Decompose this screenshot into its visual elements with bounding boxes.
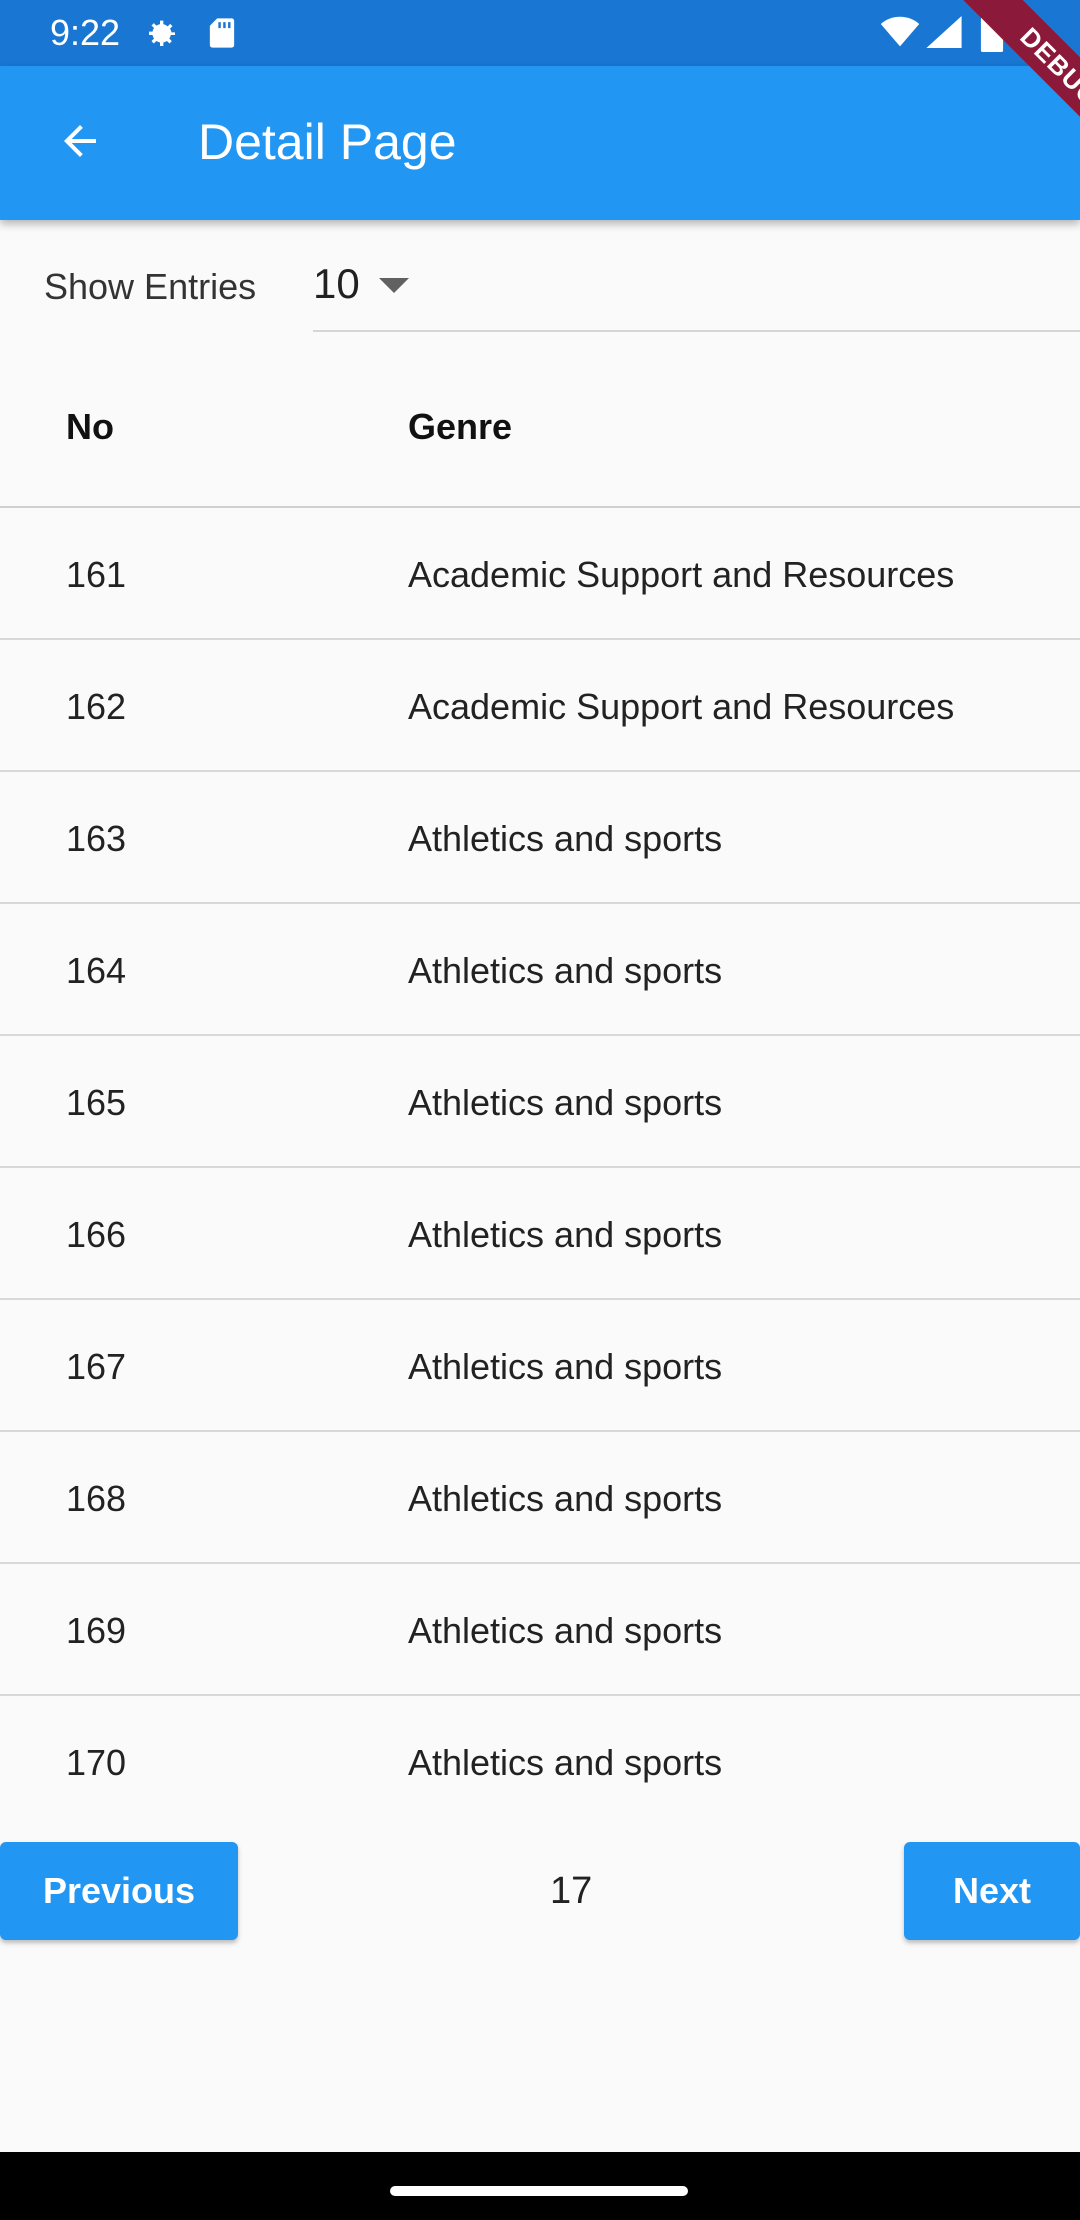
cell-genre: Academic Support and Resources xyxy=(408,686,955,727)
cell-no: 166 xyxy=(66,1214,127,1255)
status-time: 9:22 xyxy=(50,12,121,53)
cell-genre: Athletics and sports xyxy=(408,1214,723,1255)
cell-genre: Athletics and sports xyxy=(408,818,723,859)
cell-no: 168 xyxy=(66,1478,127,1519)
cell-no: 167 xyxy=(66,1346,127,1387)
table-row[interactable]: 163 Athletics and sports xyxy=(0,772,1080,904)
system-nav-bar xyxy=(0,2152,1080,2220)
cell-no: 163 xyxy=(66,818,127,859)
table-row[interactable]: 166 Athletics and sports xyxy=(0,1168,1080,1300)
cell-genre: Athletics and sports xyxy=(408,1742,723,1783)
page-number: 17 xyxy=(550,1870,593,1912)
wifi-icon xyxy=(880,16,920,53)
cell-no: 169 xyxy=(66,1610,127,1651)
table-row[interactable]: 167 Athletics and sports xyxy=(0,1300,1080,1432)
table-row[interactable]: 165 Athletics and sports xyxy=(0,1036,1080,1168)
cell-no: 162 xyxy=(66,686,127,727)
table-row[interactable]: 161 Academic Support and Resources xyxy=(0,508,1080,640)
cell-genre: Athletics and sports xyxy=(408,950,723,991)
caret-down-icon xyxy=(379,278,409,299)
cell-no: 170 xyxy=(66,1742,127,1783)
column-header-no: No xyxy=(66,406,114,447)
previous-button[interactable]: Previous xyxy=(0,1842,238,1940)
table-header: No Genre xyxy=(0,330,1080,508)
signal-icon xyxy=(926,16,962,53)
table-row[interactable]: 168 Athletics and sports xyxy=(0,1432,1080,1564)
cell-genre: Athletics and sports xyxy=(408,1082,723,1123)
sd-card-icon xyxy=(207,16,237,55)
cell-no: 165 xyxy=(66,1082,127,1123)
cell-genre: Athletics and sports xyxy=(408,1610,723,1651)
show-entries-label: Show Entries xyxy=(44,266,257,307)
cell-genre: Athletics and sports xyxy=(408,1478,723,1519)
arrow-back-icon xyxy=(56,117,104,170)
column-header-genre: Genre xyxy=(408,406,513,447)
app-bar: Detail Page xyxy=(0,66,1080,220)
entries-dropdown[interactable]: 10 xyxy=(313,244,1080,332)
status-bar: 9:22 xyxy=(0,0,1080,66)
table-row[interactable]: 164 Athletics and sports xyxy=(0,904,1080,1036)
table-row[interactable]: 169 Athletics and sports xyxy=(0,1564,1080,1696)
next-button[interactable]: Next xyxy=(904,1842,1080,1940)
page-title: Detail Page xyxy=(198,114,457,170)
table-row[interactable]: 170 Athletics and sports xyxy=(0,1696,1080,1826)
cell-genre: Academic Support and Resources xyxy=(408,554,955,595)
cell-no: 161 xyxy=(66,554,127,595)
back-button[interactable] xyxy=(40,103,120,183)
home-gesture-handle[interactable] xyxy=(390,2186,688,2196)
table-row[interactable]: 162 Academic Support and Resources xyxy=(0,640,1080,772)
data-table: No Genre 161 Academic Support and Resour… xyxy=(0,330,1080,1826)
cell-no: 164 xyxy=(66,950,127,991)
gear-icon xyxy=(140,14,180,59)
cell-genre: Athletics and sports xyxy=(408,1346,723,1387)
battery-icon xyxy=(980,14,1004,57)
entries-selected-value: 10 xyxy=(313,260,360,307)
